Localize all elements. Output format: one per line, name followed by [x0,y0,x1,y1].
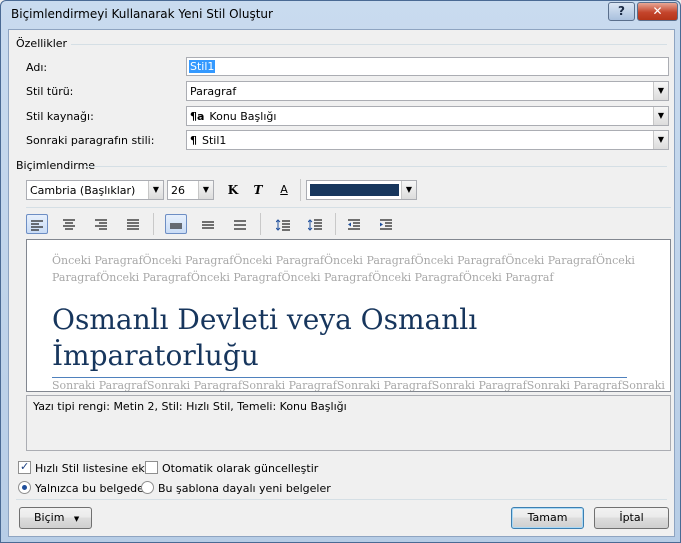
formatting-heading: Biçimlendirme [16,159,96,172]
style-type-value: Paragraf [190,85,237,98]
dialog-title: Biçimlendirmeyi Kullanarak Yeni Stil Olu… [11,7,273,21]
auto-update-label[interactable]: Otomatik olarak güncelleştir [162,462,318,475]
format-menu-button[interactable]: Biçim ▼ [19,507,92,529]
cancel-button[interactable]: İptal [594,507,669,529]
new-documents-label[interactable]: Bu şablona dayalı yeni belgeler [158,482,331,495]
align-center-button[interactable] [58,214,80,234]
increase-indent-button[interactable] [375,214,397,234]
next-style-value: Stil1 [202,134,227,147]
toolbar-separator [300,179,301,201]
double-spacing-icon [234,219,246,230]
toolbar-separator [335,213,336,235]
align-left-button[interactable] [26,214,48,234]
font-select[interactable]: Cambria (Başlıklar) ▼ [26,180,164,200]
properties-divider [71,44,667,45]
auto-update-checkbox[interactable] [145,461,158,474]
font-value: Cambria (Başlıklar) [30,184,136,197]
align-right-button[interactable] [90,214,112,234]
chevron-down-icon[interactable]: ▼ [148,181,163,199]
help-button[interactable]: ? [608,2,635,21]
previous-paragraph-line1: Önceki ParagrafÖnceki ParagrafÖnceki Par… [52,254,635,267]
based-on-value: Konu Başlığı [209,110,277,123]
previous-paragraph-line2: ParagrafÖnceki ParagrafÖnceki ParagrafÖn… [52,271,554,284]
style-preview: Önceki ParagrafÖnceki ParagrafÖnceki Par… [26,239,671,392]
style-description: Yazı tipi rengi: Metin 2, Stil: Hızlı St… [26,395,671,451]
italic-button[interactable]: T [247,180,269,200]
one-half-spacing-icon [202,220,214,229]
align-left-icon [31,219,43,231]
properties-heading: Özellikler [16,37,68,50]
format-button-label: Biçim [34,511,65,524]
increase-indent-icon [380,218,392,230]
add-quick-style-checkbox[interactable] [18,460,31,474]
chevron-down-icon[interactable]: ▼ [198,181,213,199]
one-half-spacing-button[interactable] [197,214,219,234]
new-documents-radio[interactable] [141,481,154,494]
formatting-divider [86,166,667,167]
align-right-icon [95,218,107,230]
dialog-client: Özellikler Adı: Stil1 Stil türü: Paragra… [8,29,675,537]
underline-button[interactable]: A [273,180,295,200]
linked-style-icon: ¶a [190,110,205,123]
name-label: Adı: [26,61,48,74]
font-color-select[interactable]: ▼ [306,180,417,200]
bold-button[interactable]: K [222,180,244,200]
chevron-down-icon[interactable]: ▼ [653,82,668,100]
name-input-value: Stil1 [189,60,216,73]
space-before-button[interactable] [272,214,294,234]
decrease-indent-button[interactable] [343,214,365,234]
based-on-select[interactable]: ¶a Konu Başlığı ▼ [186,106,669,126]
chevron-down-icon: ▼ [73,515,80,523]
paragraph-style-icon: ¶ [190,134,197,147]
based-on-label: Stil kaynağı: [26,110,94,123]
single-spacing-button[interactable] [165,214,187,234]
justify-button[interactable] [122,214,144,234]
dialog-window: Biçimlendirmeyi Kullanarak Yeni Stil Olu… [0,0,681,543]
only-this-document-label[interactable]: Yalnızca bu belgede [35,482,144,495]
font-size-select[interactable]: 26 ▼ [167,180,214,200]
footer-divider [16,499,667,500]
next-style-select[interactable]: ¶ Stil1 ▼ [186,130,669,150]
name-input[interactable]: Stil1 [186,57,669,76]
chevron-down-icon[interactable]: ▼ [653,107,668,125]
only-this-document-radio[interactable] [18,481,31,494]
chevron-down-icon[interactable]: ▼ [653,131,668,149]
font-size-value: 26 [171,184,185,197]
style-type-select[interactable]: Paragraf ▼ [186,81,669,101]
close-button[interactable]: ✕ [637,2,678,21]
space-after-button[interactable] [304,214,326,234]
space-before-icon [276,218,290,231]
justify-icon [127,218,139,230]
ok-button[interactable]: Tamam [511,507,584,529]
chevron-down-icon[interactable]: ▼ [401,181,416,199]
double-spacing-button[interactable] [229,214,251,234]
decrease-indent-icon [348,218,360,230]
preview-sample-line1: Osmanlı Devleti veya Osmanlı [52,303,478,336]
add-quick-style-label[interactable]: Hızlı Stil listesine ekle [35,462,155,475]
toolbar-divider [26,207,671,208]
font-color-swatch [310,184,399,196]
preview-sample-line2: İmparatorluğu [52,339,259,372]
style-type-label: Stil türü: [26,85,74,98]
align-center-icon [63,218,75,230]
next-paragraph-text: Sonraki ParagrafSonraki ParagrafSonraki … [52,379,665,392]
preview-bottom-rule [52,377,627,378]
space-after-icon [308,218,322,231]
next-style-label: Sonraki paragrafın stili: [26,134,155,147]
single-spacing-icon [170,222,182,229]
toolbar-separator [260,213,261,235]
preview-sample-text: Osmanlı Devleti veya Osmanlı İmparatorlu… [52,302,612,374]
toolbar-separator [153,213,154,235]
title-bar: Biçimlendirmeyi Kullanarak Yeni Stil Olu… [1,1,680,29]
